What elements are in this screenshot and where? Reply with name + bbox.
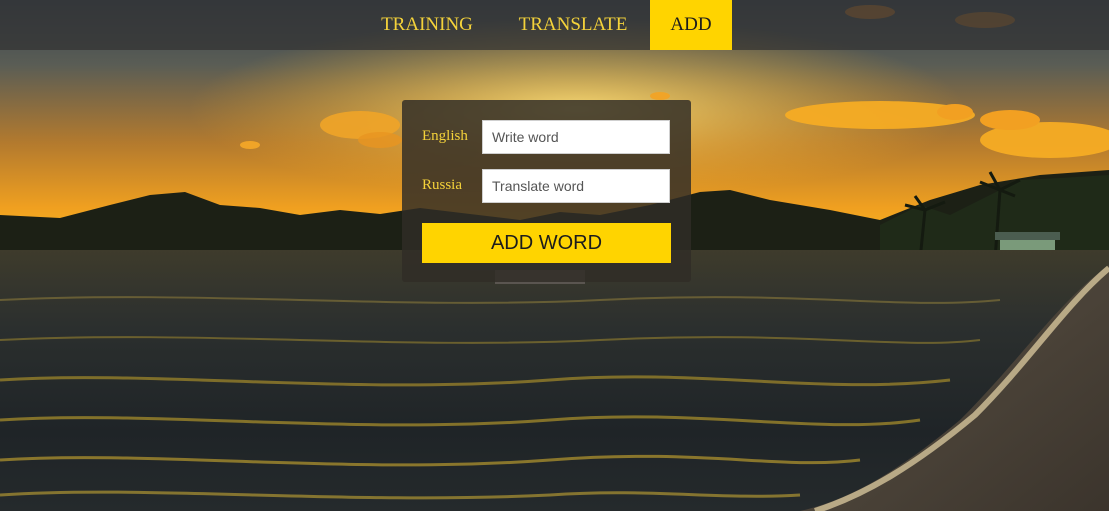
main-nav: TRAINING TRANSLATE ADD bbox=[0, 0, 1109, 50]
english-label: English bbox=[422, 128, 468, 144]
russian-translation-input[interactable] bbox=[482, 169, 670, 203]
add-word-button[interactable]: ADD WORD bbox=[422, 223, 671, 263]
nav-tab-training[interactable]: TRAINING bbox=[364, 0, 490, 50]
russia-label: Russia bbox=[422, 177, 463, 193]
nav-tab-translate[interactable]: TRANSLATE bbox=[503, 0, 643, 50]
add-word-form-panel: English Russia ADD WORD bbox=[402, 100, 691, 282]
nav-tab-add[interactable]: ADD bbox=[650, 0, 732, 50]
english-word-input[interactable] bbox=[482, 120, 670, 154]
